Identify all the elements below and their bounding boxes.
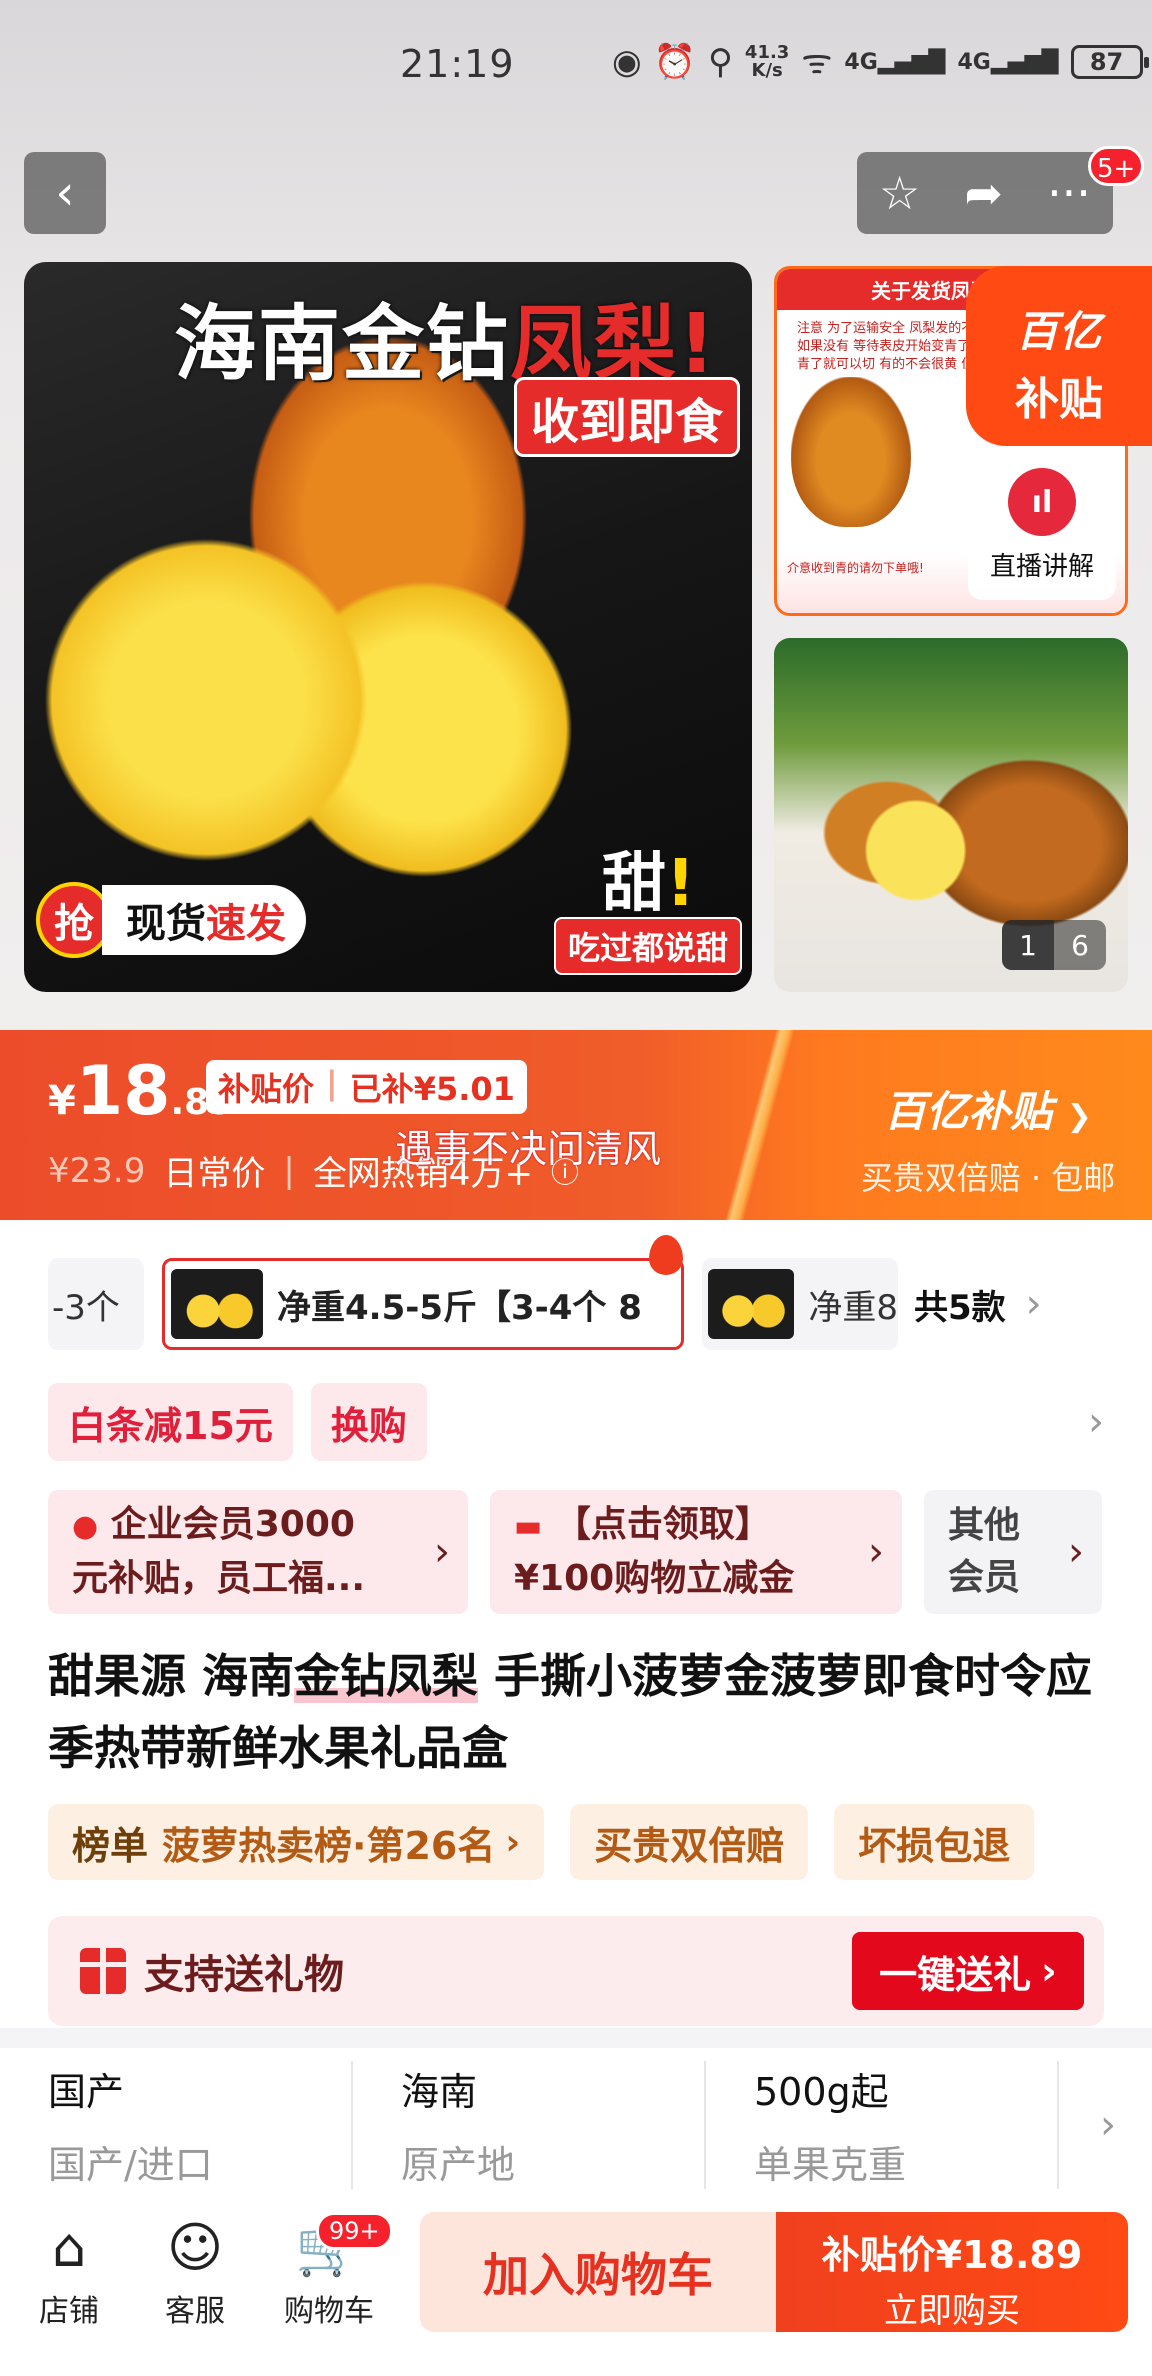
add-to-cart-button[interactable]: 加入购物车 — [420, 2212, 776, 2332]
chevron-right-icon: › — [1068, 1529, 1084, 1575]
cart-badge: 99+ — [316, 2212, 393, 2250]
chevron-right-icon: › — [1041, 1949, 1057, 1993]
chevron-left-icon: ‹ — [55, 165, 75, 221]
gift-bar: 支持送礼物 一键送礼 › — [48, 1916, 1104, 2026]
sku-option[interactable]: -3个 — [48, 1258, 144, 1350]
subsidy-brand-link[interactable]: 百亿补贴 ❯ 买贵双倍赔 · 包邮 — [838, 1078, 1138, 1199]
rank-row: 榜单 菠萝热卖榜·第26名 › 买贵双倍赔 坏损包退 — [48, 1804, 1035, 1880]
other-member-card[interactable]: 其他 会员 › — [924, 1490, 1102, 1614]
sweet-tag: 吃过都说甜 — [554, 917, 743, 975]
wifi-icon: ᯤ — [801, 42, 833, 82]
live-icon: ıl — [1008, 468, 1076, 536]
sku-thumbnail — [171, 1269, 263, 1339]
thumbnail-photo[interactable]: 1 6 — [774, 638, 1128, 992]
customer-service-button[interactable]: ☺ 客服 — [140, 2216, 250, 2330]
battery-icon: 87 — [1070, 45, 1149, 79]
old-price-label: 日常价 — [163, 1154, 266, 1194]
gift-icon — [80, 1948, 126, 1994]
enterprise-member-card[interactable]: ● 企业会员3000 元补贴，员工福... › — [48, 1490, 468, 1614]
guarantee-tag: 买贵双倍赔 — [570, 1804, 809, 1880]
chevron-right-icon: › — [434, 1529, 450, 1575]
sku-option[interactable]: 净重8 — [702, 1258, 898, 1350]
image-subtitle: 收到即食 — [514, 377, 741, 457]
price-banner: ¥18.89 补贴价 | 已补¥5.01 ¥23.9 日常价 | 全网热销4万+ ⓘ… — [0, 1030, 1152, 1220]
eye-icon: ◉ — [612, 42, 642, 82]
chevron-right-icon[interactable]: › — [1100, 2102, 1116, 2148]
chevron-right-icon: › — [868, 1529, 884, 1575]
live-label: 直播讲解 — [989, 552, 1094, 582]
grab-text: 现货速发 — [102, 885, 306, 955]
pineapple-image — [791, 377, 911, 527]
net-speed: 41.3 K/s — [744, 42, 790, 81]
more-icon[interactable]: ··· — [1047, 166, 1091, 220]
location-icon: ⚲ — [708, 42, 733, 82]
header-actions: ☆ ➦ ··· — [857, 152, 1113, 234]
share-icon[interactable]: ➦ — [964, 166, 1003, 220]
flame-icon — [649, 1235, 683, 1275]
live-explain-button[interactable]: ıl 直播讲解 — [968, 452, 1116, 600]
signal-1: 4G▂▄▆█ — [844, 49, 946, 75]
product-title: 甜果源 海南金钻凤梨 手撕小菠萝金菠萝即食时令应季热带新鲜水果礼品盒 — [48, 1649, 1093, 1775]
promo-row[interactable]: 白条减15元 换购 › — [48, 1382, 1104, 1462]
danmaku-text: 遇事不决问清风 — [395, 1127, 662, 1171]
shop-button[interactable]: ⌂ 店铺 — [14, 2216, 124, 2330]
sku-thumbnail — [708, 1269, 795, 1339]
smile-icon: ☺ — [166, 2216, 224, 2279]
sku-selector: -3个 净重4.5-5斤【3-4个 8 净重8 共5款 › — [48, 1235, 1152, 1352]
store-icon: ⌂ — [51, 2216, 87, 2279]
old-price: ¥23.9 — [48, 1150, 146, 1191]
gift-text: 支持送礼物 — [144, 1952, 344, 1998]
sweet-word: 甜! — [602, 847, 696, 921]
bottom-action-bar: ⌂ 店铺 ☺ 客服 🛒 购物车 99+ 加入购物车 补贴价¥18.89 立即购买 — [0, 2200, 1152, 2376]
subsidy-tag: 补贴价 | 已补¥5.01 — [206, 1060, 527, 1114]
status-icons: ◉ ⏰ ⚲ 41.3 K/s ᯤ 4G▂▄▆█ 4G▂▄▆█ 87 — [612, 42, 1149, 82]
coupon-card[interactable]: ▬ 【点击领取】 ¥100购物立减金 › — [490, 1490, 902, 1614]
rank-badge[interactable]: 榜单 菠萝热卖榜·第26名 › — [48, 1804, 545, 1880]
grab-badge: 抢 现货速发 — [36, 882, 306, 958]
spec-row[interactable]: 国产 国产/进口 海南 原产地 500g起 单果克重 › — [0, 2060, 1152, 2190]
chevron-right-icon: ❯ — [1066, 1099, 1092, 1134]
damage-refund-tag: 坏损包退 — [834, 1804, 1035, 1880]
sku-option-selected[interactable]: 净重4.5-5斤【3-4个 8 — [162, 1235, 684, 1350]
product-gallery: 21:19 ◉ ⏰ ⚲ 41.3 K/s ᯤ 4G▂▄▆█ 4G▂▄▆█ 87 ‹… — [0, 0, 1152, 1030]
person-icon: ● — [72, 1509, 99, 1544]
spec-item: 海南 原产地 — [353, 2061, 706, 2189]
chevron-right-icon[interactable]: › — [1026, 1281, 1042, 1327]
chevron-right-icon: › — [505, 1821, 521, 1863]
star-icon[interactable]: ☆ — [879, 166, 920, 220]
alarm-icon: ⏰ — [653, 42, 697, 82]
signal-2: 4G▂▄▆█ — [957, 49, 1059, 75]
card-icon: ▬ — [514, 1509, 543, 1544]
promo-tag[interactable]: 白条减15元 — [48, 1383, 293, 1461]
spec-item: 国产 国产/进口 — [0, 2061, 353, 2189]
photo-counter: 1 6 — [1002, 920, 1106, 970]
status-time: 21:19 — [400, 42, 515, 86]
section-divider — [0, 2028, 1152, 2048]
sku-total[interactable]: 共5款 — [914, 1280, 1006, 1329]
member-row: ● 企业会员3000 元补贴，员工福... › ▬ 【点击领取】 ¥100购物立减金… — [48, 1490, 1104, 1614]
banner-divider — [690, 1030, 830, 1220]
buy-now-button[interactable]: 补贴价¥18.89 立即购买 — [776, 2212, 1128, 2332]
more-badge: 5+ — [1088, 146, 1145, 186]
subsidy-badge: 百亿 补贴 — [966, 266, 1152, 446]
status-bar: 21:19 ◉ ⏰ ⚲ 41.3 K/s ᯤ 4G▂▄▆█ 4G▂▄▆█ 87 — [0, 0, 1152, 130]
send-gift-button[interactable]: 一键送礼 › — [852, 1932, 1084, 2010]
promo-tag[interactable]: 换购 — [310, 1383, 427, 1461]
main-product-image[interactable]: 海南金钻凤梨! 收到即食 抢 现货速发 甜! 吃过都说甜 — [24, 262, 752, 992]
chevron-right-icon[interactable]: › — [1088, 1399, 1104, 1445]
spec-item: 500g起 单果克重 — [706, 2061, 1059, 2189]
back-button[interactable]: ‹ — [24, 152, 106, 234]
grab-icon: 抢 — [36, 882, 112, 958]
